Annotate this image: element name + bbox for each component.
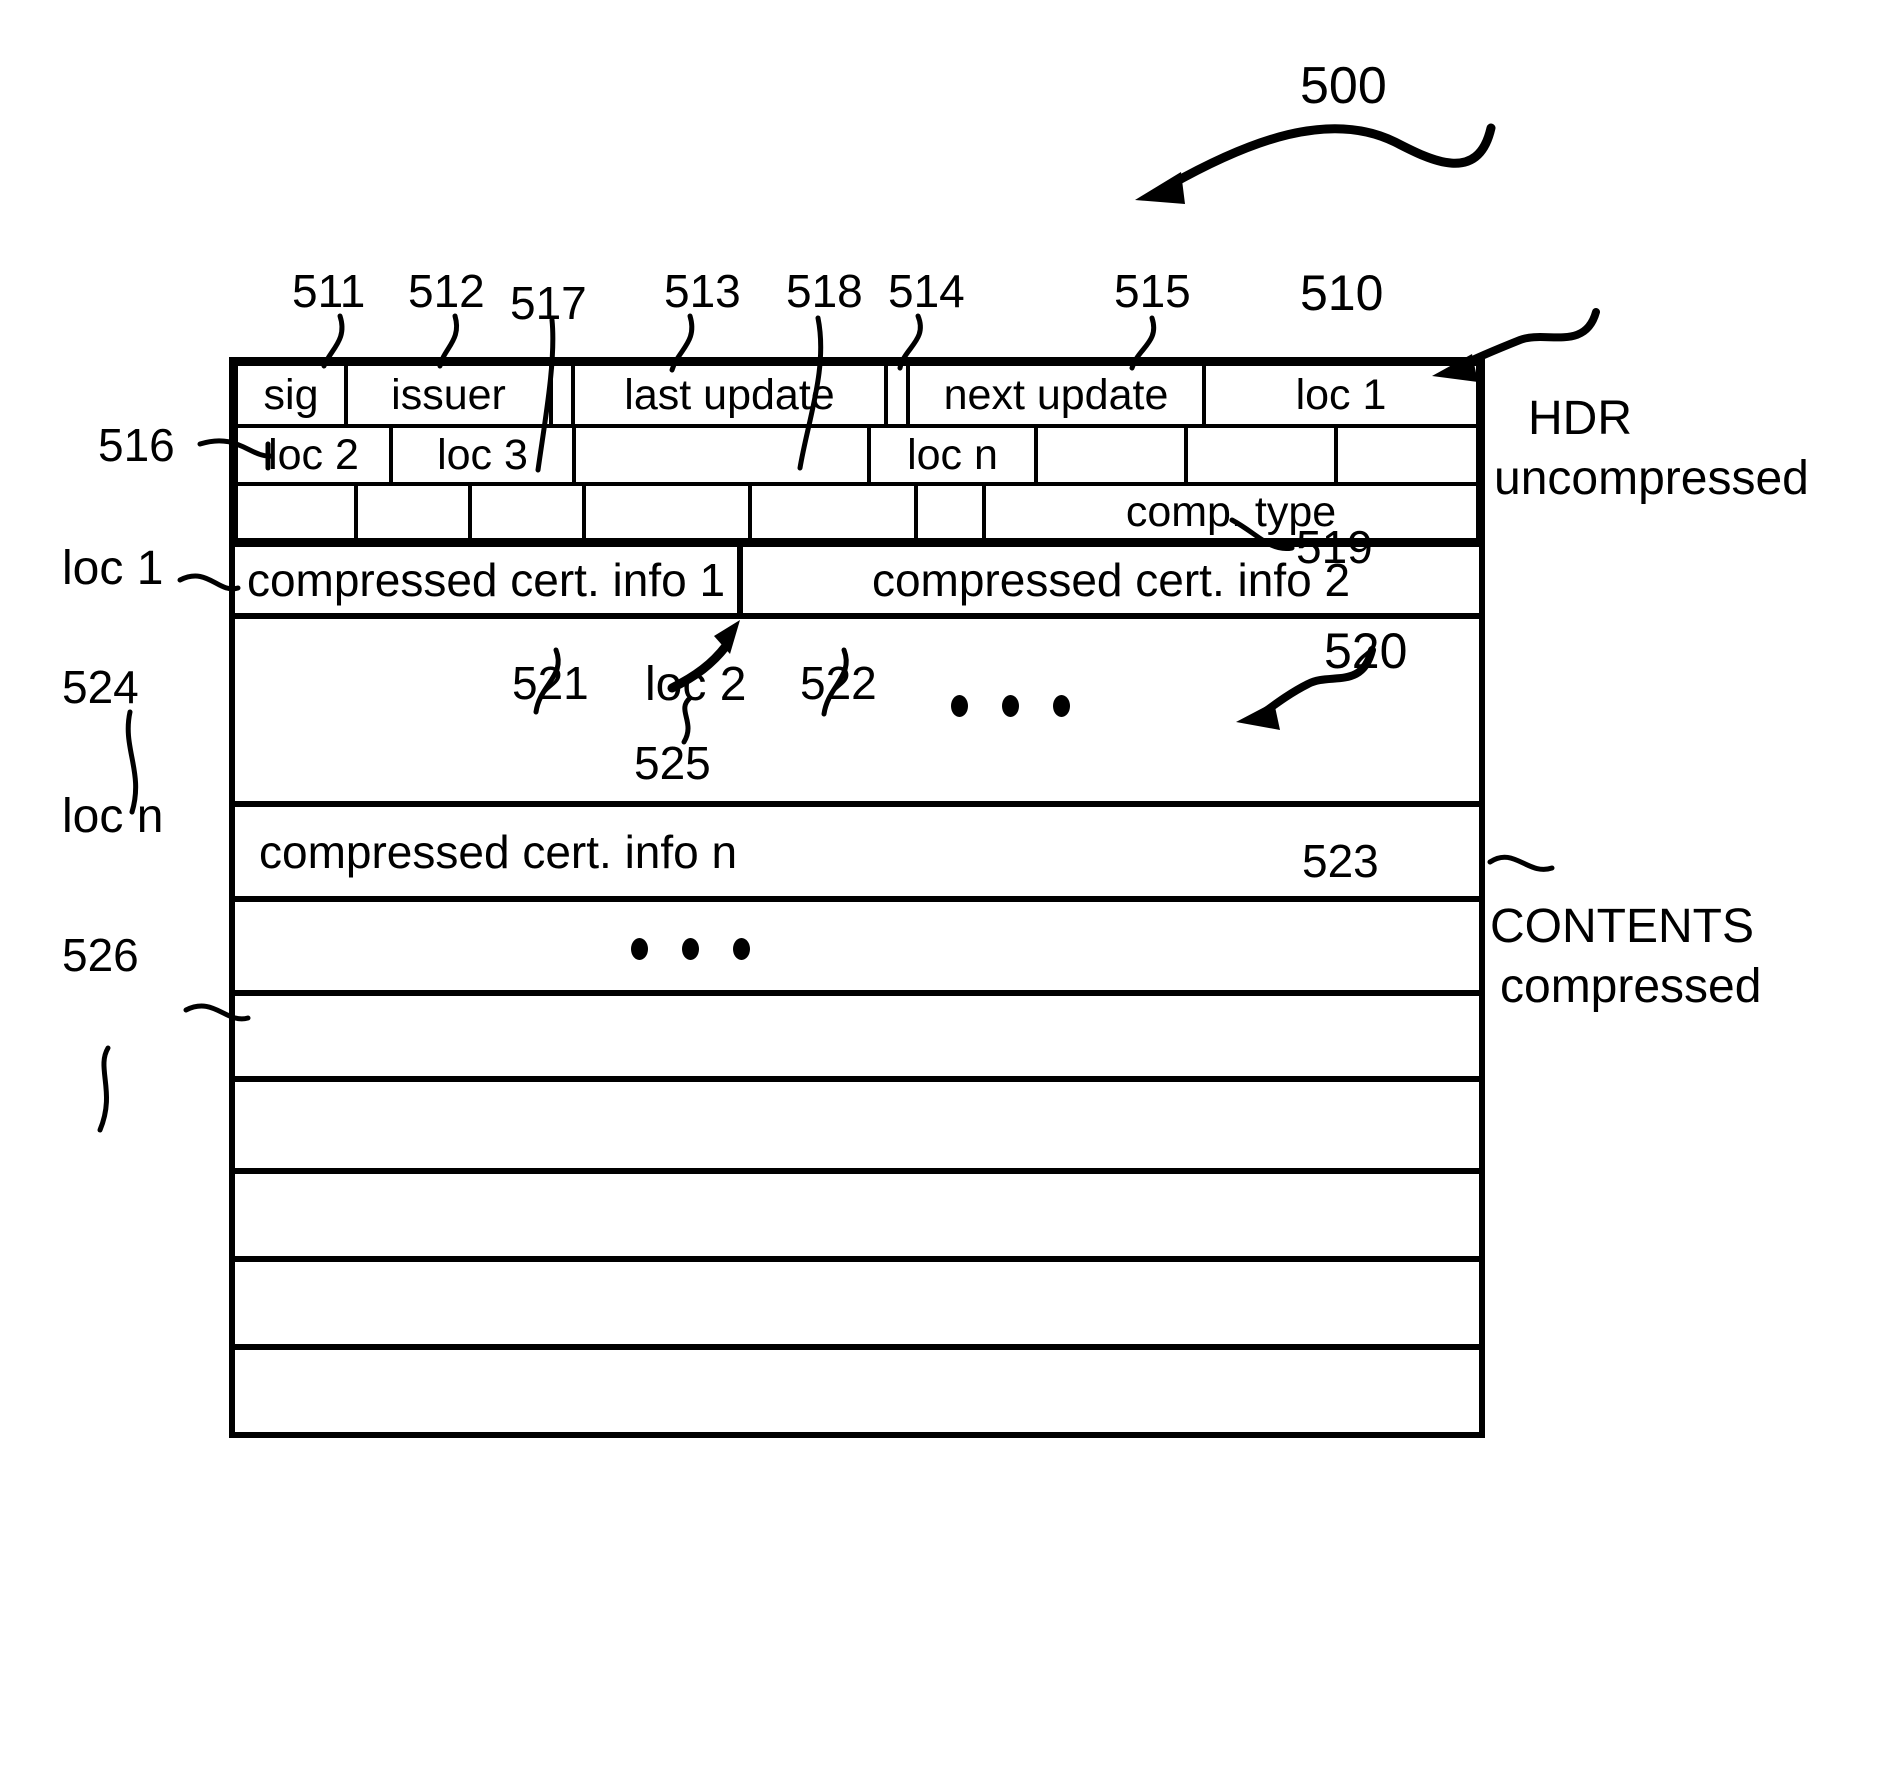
contents-row-blank-1 bbox=[235, 619, 1479, 807]
header-cell-r3-c2 bbox=[358, 486, 472, 538]
section-label-hdr-line1: HDR bbox=[1528, 392, 1632, 445]
header-cell-r3-c5 bbox=[752, 486, 918, 538]
contents-row-cert-info-1-2: compressed cert. info 1 compressed cert.… bbox=[235, 547, 1479, 619]
header-row-3: comp. type bbox=[238, 482, 1476, 538]
contents-cell-blank-4 bbox=[235, 1082, 1479, 1168]
header-cell-r2-c7 bbox=[1338, 428, 1476, 482]
header-cell-next-update: next update bbox=[910, 366, 1206, 424]
contents-cell-blank-1 bbox=[235, 619, 1479, 801]
header-cell-issuer: issuer bbox=[348, 366, 553, 424]
ref-512: 512 bbox=[408, 265, 485, 317]
header-cell-sep-517 bbox=[553, 366, 575, 424]
ref-510: 510 bbox=[1300, 265, 1384, 321]
header-cell-r3-c6 bbox=[918, 486, 986, 538]
ref-524: 524 bbox=[62, 661, 139, 713]
label-loc-1-left: loc 1 bbox=[62, 542, 164, 595]
header-cell-loc-2: loc 2 bbox=[238, 428, 393, 482]
ref-521: 521 bbox=[512, 657, 589, 709]
contents-cell-cert-info-n: compressed cert. info n bbox=[259, 825, 738, 878]
contents-row-blank-3 bbox=[235, 996, 1479, 1082]
contents-row-blank-5 bbox=[235, 1174, 1479, 1262]
header-cell-loc-1: loc 1 bbox=[1206, 366, 1476, 424]
header-cell-r2-c6 bbox=[1188, 428, 1338, 482]
header-row-1: sig issuer last update next update loc 1 bbox=[238, 366, 1476, 424]
label-loc-n-left: loc n bbox=[62, 790, 164, 843]
contents-cell-blank-5 bbox=[235, 1174, 1479, 1256]
ref-520: 520 bbox=[1324, 623, 1408, 679]
header-cell-r2-c3 bbox=[576, 428, 871, 482]
ellipsis-dots-lower bbox=[631, 938, 750, 960]
header-cell-r2-c5 bbox=[1038, 428, 1188, 482]
contents-row-blank-6 bbox=[235, 1262, 1479, 1350]
label-loc-2-arrow: loc 2 bbox=[645, 658, 747, 711]
ref-523: 523 bbox=[1302, 835, 1379, 887]
contents-row-blank-7 bbox=[235, 1350, 1479, 1432]
ref-515: 515 bbox=[1114, 265, 1191, 317]
header-row-2: loc 2 loc 3 loc n bbox=[238, 424, 1476, 482]
header-cell-sep-518 bbox=[888, 366, 910, 424]
leader-523 bbox=[1487, 854, 1555, 872]
ref-511: 511 bbox=[292, 265, 366, 317]
leader-500 bbox=[1165, 123, 1496, 190]
contents-row-blank-4 bbox=[235, 1082, 1479, 1174]
contents-row-blank-2 bbox=[235, 902, 1479, 996]
ref-500: 500 bbox=[1300, 57, 1387, 115]
contents-row-cert-info-n: compressed cert. info n bbox=[235, 807, 1479, 902]
ref-514: 514 bbox=[888, 265, 965, 317]
ref-525: 525 bbox=[634, 737, 711, 789]
header-cell-sig: sig bbox=[238, 366, 348, 424]
leader-526 bbox=[97, 1045, 111, 1133]
arrowhead-500 bbox=[1135, 172, 1185, 204]
ref-526: 526 bbox=[62, 929, 139, 981]
contents-cell-cert-info-1: compressed cert. info 1 bbox=[235, 547, 743, 613]
header-cell-loc-n: loc n bbox=[871, 428, 1038, 482]
ref-513: 513 bbox=[664, 265, 741, 317]
header-cell-last-update: last update bbox=[575, 366, 888, 424]
section-label-contents-line1: CONTENTS bbox=[1490, 900, 1754, 953]
header-block-510: sig issuer last update next update loc 1… bbox=[229, 357, 1485, 547]
ref-516: 516 bbox=[98, 419, 175, 471]
ref-519: 519 bbox=[1296, 521, 1373, 573]
contents-cell-blank-3 bbox=[235, 996, 1479, 1076]
header-cell-r3-c1 bbox=[238, 486, 358, 538]
header-cell-r3-c3 bbox=[472, 486, 586, 538]
contents-cell-blank-6 bbox=[235, 1262, 1479, 1344]
section-label-hdr-line2: uncompressed bbox=[1494, 452, 1809, 505]
contents-cell-blank-2 bbox=[235, 902, 1479, 990]
patent-figure-500: sig issuer last update next update loc 1… bbox=[0, 0, 1893, 1772]
header-cell-comp-type: comp. type bbox=[986, 486, 1476, 538]
header-cell-loc-3: loc 3 bbox=[393, 428, 576, 482]
ref-517: 517 bbox=[510, 277, 587, 329]
ellipsis-dots-upper bbox=[951, 695, 1070, 717]
section-label-contents-line2: compressed bbox=[1500, 960, 1762, 1013]
header-cell-r3-c4 bbox=[586, 486, 752, 538]
contents-cell-blank-7 bbox=[235, 1350, 1479, 1432]
ref-522: 522 bbox=[800, 657, 877, 709]
ref-518: 518 bbox=[786, 265, 863, 317]
